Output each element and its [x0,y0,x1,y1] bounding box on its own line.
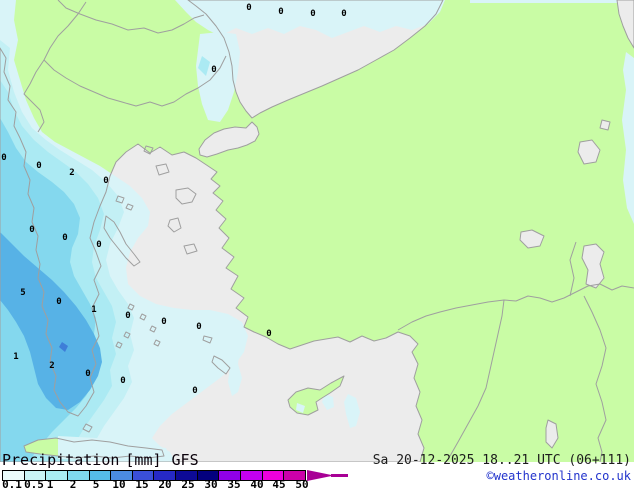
scale-label: 1 [46,478,54,490]
scale-label: 25 [181,478,195,490]
grid-value: 0 [56,297,61,307]
grid-value: 0 [266,329,271,339]
copyright-label: ©weatheronline.co.uk [486,469,632,483]
weather-map-page: 000000020000501000012000 Precipitation [m… [0,0,634,490]
grid-value: 0 [36,161,41,171]
grid-value: 0 [161,317,166,327]
grid-value: 2 [49,361,54,371]
precipitation-map: 0 0 0 0 0 0 0 2 0 0 0 0 5 0 1 0 0 0 0 1 2 0 0 0 [0,0,634,462]
grid-value: 0 [29,225,34,235]
grid-value: 0 [1,153,6,163]
scale-label: 0.1 [2,478,22,490]
grid-value: 0 [192,386,197,396]
precip-0.1-top-strip [470,0,617,3]
scale-label: 30 [204,478,218,490]
scale-label: 45 [272,478,286,490]
legend-model: GFS [171,451,199,469]
scale-label: 35 [227,478,241,490]
colorbar-labels: 0.1 0.5 1 2 5 10 15 20 25 30 35 40 45 50 [2,478,352,490]
datetime-label: Sa 20-12-2025 18..21 UTC (06+111) [372,453,631,468]
map-svg: 0 0 0 0 0 0 0 2 0 0 0 0 5 0 1 0 0 0 0 1 2 0 0 0 [0,0,634,462]
grid-value: 1 [13,352,18,362]
scale-label: 5 [92,478,100,490]
grid-value: 0 [246,3,251,13]
legend-title-text: Precipitation [2,451,120,469]
scale-label: 0.5 [24,478,44,490]
grid-value: 0 [103,176,108,186]
grid-value: 0 [211,65,216,75]
grid-value: 0 [341,9,346,19]
grid-value: 5 [20,288,25,298]
grid-value: 0 [125,311,130,321]
scale-label: 2 [69,478,77,490]
grid-value: 2 [69,168,74,178]
grid-value: 0 [310,9,315,19]
grid-value: 1 [91,305,96,315]
scale-label: 50 [295,478,309,490]
grid-value: 0 [196,322,201,332]
legend-title: Precipitation [mm] GFS [2,451,199,469]
grid-value: 0 [96,240,101,250]
scale-label: 40 [250,478,264,490]
grid-value: 0 [120,376,125,386]
legend-unit: [mm] [125,451,162,469]
scale-label: 20 [158,478,172,490]
scale-label: 10 [112,478,126,490]
grid-value: 0 [278,7,283,17]
grid-value: 0 [85,369,90,379]
scale-label: 15 [135,478,149,490]
grid-value: 0 [62,233,67,243]
